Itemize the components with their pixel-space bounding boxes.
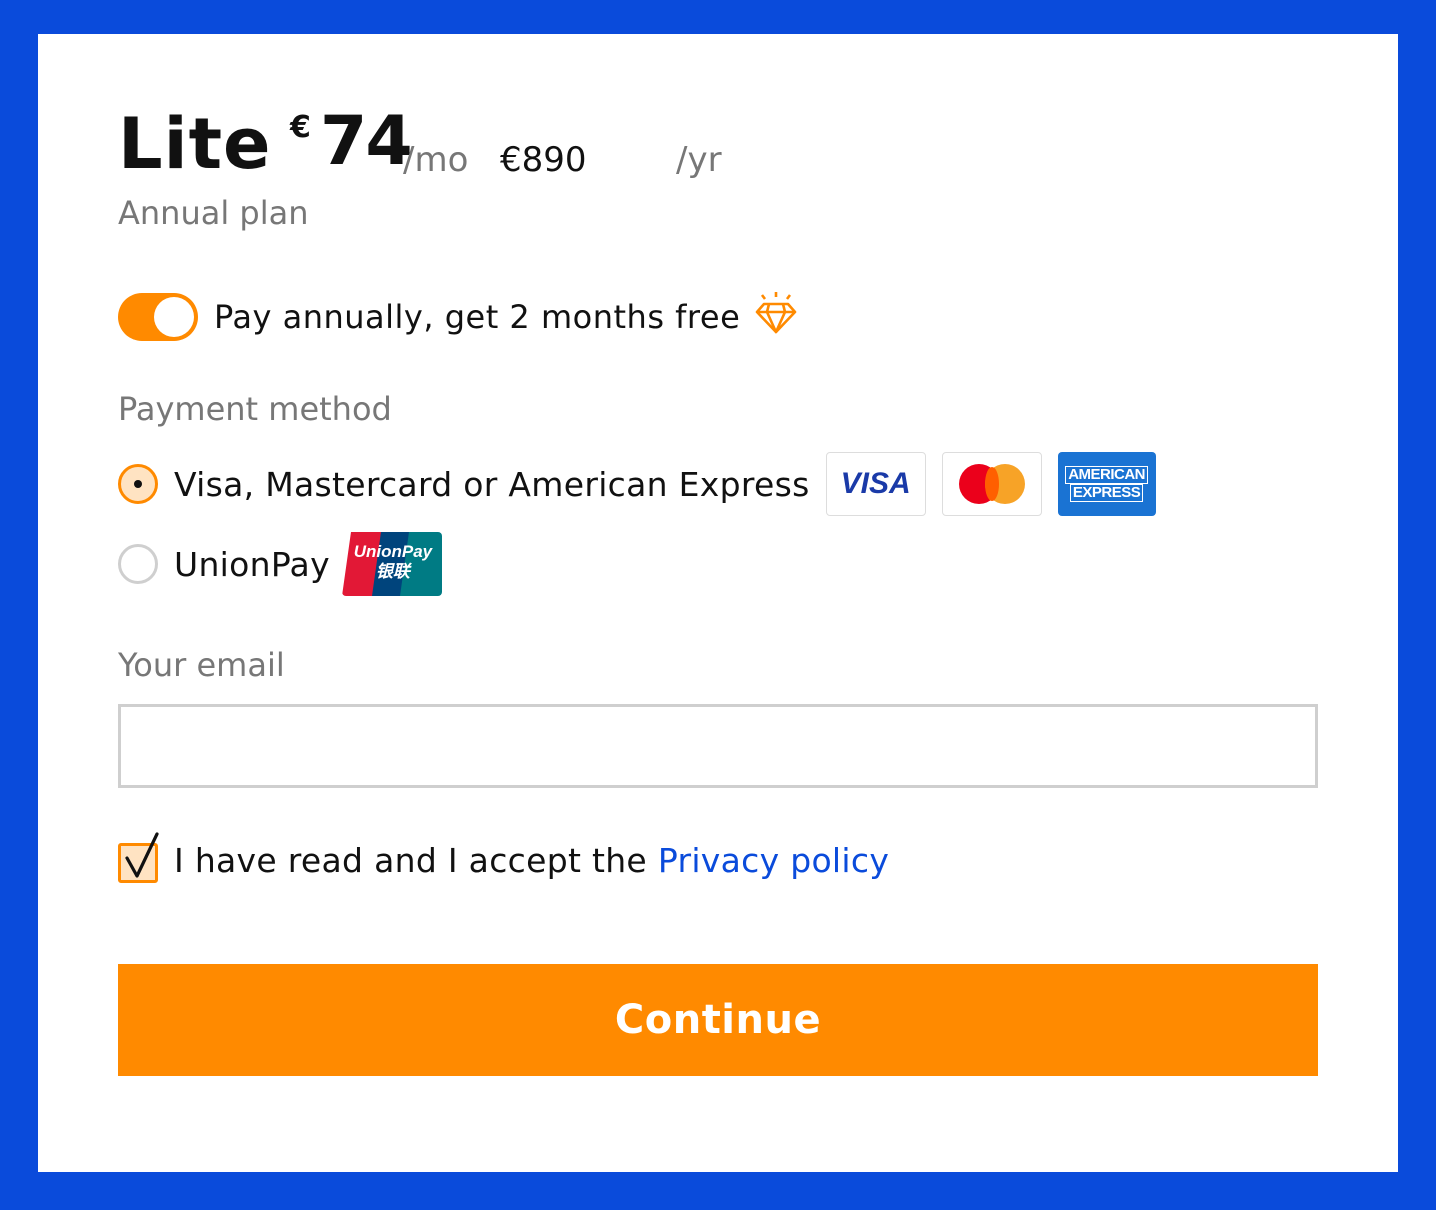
amex-logo: AMERICAN EXPRESS — [1057, 452, 1156, 516]
plan-name: Lite — [118, 103, 272, 185]
annual-billing-toggle[interactable] — [118, 293, 198, 341]
plan-header: Lite € 74 /mo €890 /yr — [118, 102, 1018, 186]
unionpay-logo: UnionPay 银联 — [341, 532, 442, 596]
payment-option-cards[interactable]: Visa, Mastercard or American Express VIS… — [118, 451, 1156, 517]
monthly-unit: /mo — [403, 140, 469, 180]
privacy-consent-checkbox[interactable] — [118, 832, 159, 883]
visa-logo-text: VISA — [840, 467, 911, 500]
email-label: Your email — [118, 646, 285, 684]
unionpay-logo-line2: 银联 — [375, 562, 410, 581]
privacy-policy-link[interactable]: Privacy policy — [658, 841, 889, 880]
consent-row: I have read and I accept the Privacy pol… — [118, 830, 889, 890]
checkmark-icon — [125, 832, 159, 878]
yearly-price: €890 — [500, 140, 587, 180]
radio-cards[interactable] — [118, 464, 158, 504]
amex-logo-line1: AMERICAN — [1065, 466, 1149, 484]
plan-subtitle: Annual plan — [118, 194, 309, 232]
billing-toggle-row: Pay annually, get 2 months free — [118, 292, 798, 342]
visa-logo: VISA — [825, 452, 926, 516]
payment-option-cards-label: Visa, Mastercard or American Express — [174, 464, 810, 504]
currency-symbol: € — [290, 110, 311, 145]
toggle-knob — [154, 297, 194, 337]
yearly-unit: /yr — [676, 140, 722, 180]
unionpay-logo-line1: UnionPay — [353, 542, 433, 561]
consent-text: I have read and I accept the Privacy pol… — [174, 841, 889, 880]
payment-option-unionpay-label: UnionPay — [174, 544, 330, 584]
payment-method-label: Payment method — [118, 390, 392, 428]
diamond-icon — [755, 292, 797, 334]
amex-logo-line2: EXPRESS — [1069, 484, 1144, 502]
checkout-card: Lite € 74 /mo €890 /yr Annual plan Pay a… — [38, 34, 1398, 1172]
radio-unionpay[interactable] — [118, 544, 158, 584]
billing-toggle-label: Pay annually, get 2 months free — [214, 298, 741, 336]
monthly-price: 74 — [320, 102, 413, 181]
consent-text-prefix: I have read and I accept the — [174, 840, 658, 880]
email-input[interactable] — [118, 704, 1318, 788]
continue-button[interactable]: Continue — [118, 964, 1318, 1076]
mastercard-logo — [941, 452, 1042, 516]
payment-option-unionpay[interactable]: UnionPay UnionPay 银联 — [118, 531, 442, 597]
